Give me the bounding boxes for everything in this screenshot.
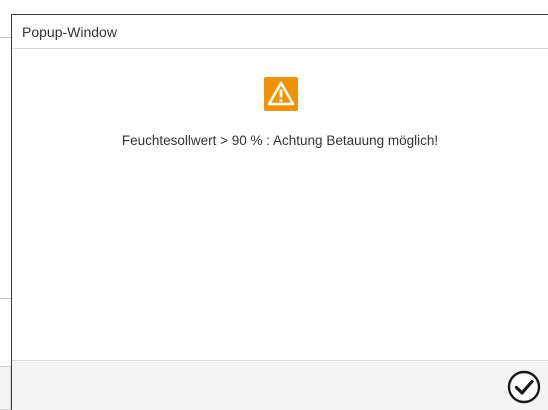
warning-icon: [264, 77, 298, 111]
popup-message: Feuchtesollwert > 90 % : Achtung Betauun…: [121, 133, 439, 148]
popup-footer: [12, 360, 548, 410]
background-panel-edge: [0, 366, 11, 410]
popup-title: Popup-Window: [22, 24, 117, 40]
popup-titlebar: Popup-Window: [12, 15, 548, 49]
checkmark-circle-icon[interactable]: [507, 370, 541, 404]
popup-window: Popup-Window Feuchtesollwert > 90 % : Ac…: [11, 14, 548, 410]
popup-content: Feuchtesollwert > 90 % : Achtung Betauun…: [12, 49, 548, 360]
